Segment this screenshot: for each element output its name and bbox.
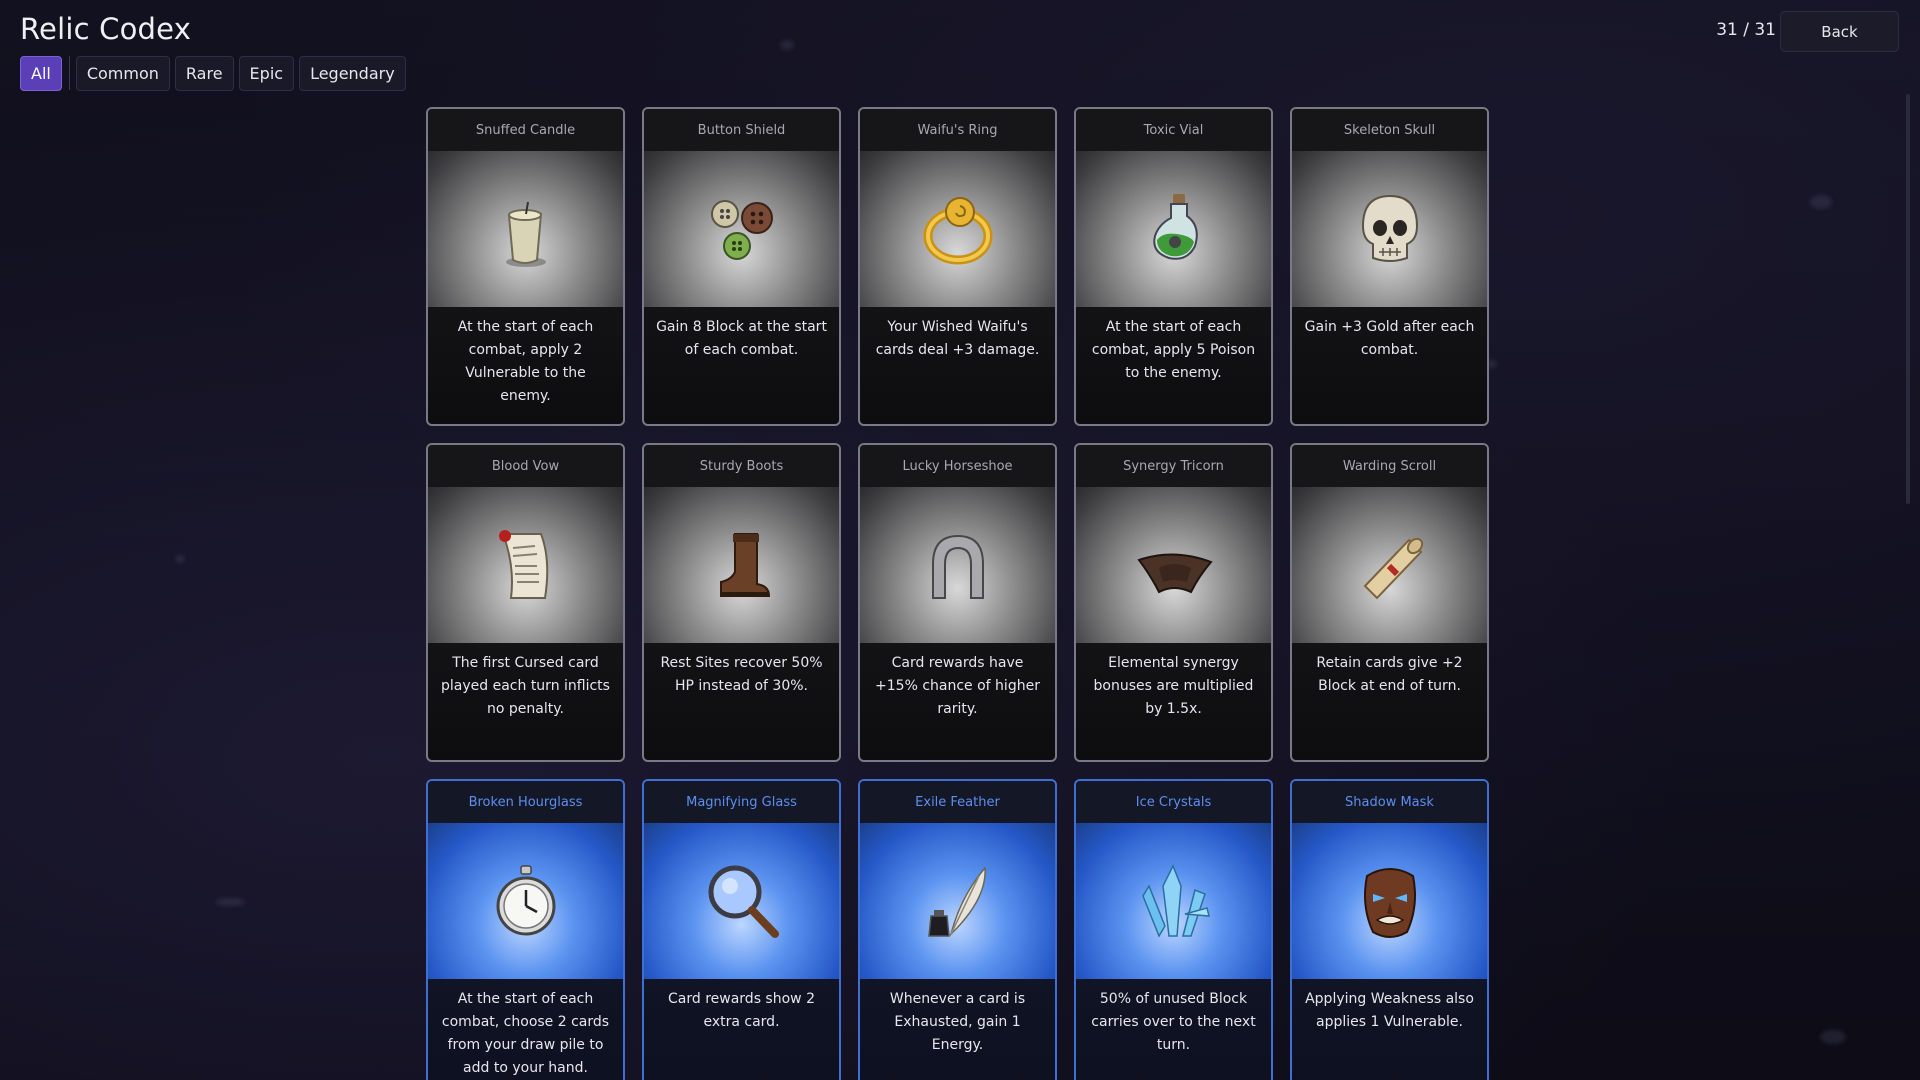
relic-name: Skeleton Skull bbox=[1292, 109, 1487, 151]
back-button[interactable]: Back bbox=[1780, 11, 1899, 52]
relic-description: Gain +3 Gold after each combat. bbox=[1304, 319, 1475, 358]
relic-art bbox=[860, 823, 1055, 979]
relic-description: Your Wished Waifu's cards deal +3 damage… bbox=[875, 319, 1040, 358]
ring-icon bbox=[923, 197, 992, 265]
relic-description: Card rewards have +15% chance of higher … bbox=[875, 655, 1040, 717]
page-title: Relic Codex bbox=[20, 12, 192, 46]
contract-scroll-icon bbox=[498, 530, 548, 599]
relic-name: Ice Crystals bbox=[1076, 781, 1271, 823]
horseshoe-icon bbox=[931, 534, 984, 599]
relic-description: Gain 8 Block at the start of each combat… bbox=[656, 319, 827, 358]
relic-name: Lucky Horseshoe bbox=[860, 445, 1055, 487]
relic-art bbox=[1292, 487, 1487, 643]
relic-description: At the start of each combat, apply 5 Poi… bbox=[1091, 319, 1256, 381]
relic-art bbox=[1292, 151, 1487, 307]
relic-description: Elemental synergy bonuses are multiplied… bbox=[1093, 655, 1254, 717]
filter-all-button[interactable]: All bbox=[20, 55, 62, 91]
relic-name: Button Shield bbox=[644, 109, 839, 151]
potion-icon bbox=[1152, 194, 1198, 260]
relic-name: Magnifying Glass bbox=[644, 781, 839, 823]
relic-card[interactable]: Snuffed Candle At the start of each comb… bbox=[426, 107, 625, 426]
relic-description: Rest Sites recover 50% HP instead of 30%… bbox=[660, 655, 823, 694]
filter-epic-button[interactable]: Epic bbox=[238, 55, 295, 91]
relic-card[interactable]: Button Shield Gain 8 Block at the start … bbox=[642, 107, 841, 426]
relic-name: Warding Scroll bbox=[1292, 445, 1487, 487]
relic-count: 31 / 31 bbox=[1716, 20, 1776, 40]
filter-divider bbox=[68, 56, 70, 90]
relic-name: Toxic Vial bbox=[1076, 109, 1271, 151]
background-speck bbox=[1810, 195, 1832, 209]
relic-grid: Snuffed Candle At the start of each comb… bbox=[426, 107, 1490, 1080]
relic-card[interactable]: Broken Hourglass At the start of each co… bbox=[426, 779, 625, 1080]
background-speck bbox=[215, 898, 245, 906]
relic-art bbox=[644, 487, 839, 643]
relic-name: Blood Vow bbox=[428, 445, 623, 487]
relic-card[interactable]: Toxic Vial At the start of each combat, … bbox=[1074, 107, 1273, 426]
background-speck bbox=[1820, 1030, 1846, 1044]
relic-name: Waifu's Ring bbox=[860, 109, 1055, 151]
relic-card[interactable]: Exile Feather Whenever a card is Exhaust… bbox=[858, 779, 1057, 1080]
relic-description: 50% of unused Block carries over to the … bbox=[1091, 991, 1256, 1053]
relic-card[interactable]: Skeleton Skull Gain +3 Gold after each c… bbox=[1290, 107, 1489, 426]
relic-card[interactable]: Waifu's Ring Your Wished Waifu's cards d… bbox=[858, 107, 1057, 426]
relic-name: Exile Feather bbox=[860, 781, 1055, 823]
relic-card[interactable]: Ice Crystals 50% of unused Block carries… bbox=[1074, 779, 1273, 1080]
filter-rare-button[interactable]: Rare bbox=[174, 55, 234, 91]
magnifying-glass-icon bbox=[708, 865, 779, 938]
skull-icon bbox=[1361, 194, 1418, 262]
relic-art bbox=[428, 823, 623, 979]
relic-description: Retain cards give +2 Block at end of tur… bbox=[1316, 655, 1463, 694]
relic-art bbox=[860, 487, 1055, 643]
relic-name: Broken Hourglass bbox=[428, 781, 623, 823]
relic-card[interactable]: Warding Scroll Retain cards give +2 Bloc… bbox=[1290, 443, 1489, 762]
scroll-icon bbox=[1363, 537, 1423, 600]
filter-common-button[interactable]: Common bbox=[75, 55, 170, 91]
background-speck bbox=[175, 555, 185, 563]
relic-description: At the start of each combat, choose 2 ca… bbox=[441, 991, 610, 1076]
rarity-filter-bar: All Common Rare Epic Legendary bbox=[20, 55, 411, 91]
ice-crystal-icon bbox=[1141, 864, 1210, 938]
relic-art bbox=[1076, 823, 1271, 979]
background-speck bbox=[780, 40, 794, 50]
relic-card[interactable]: Magnifying Glass Card rewards show 2 ext… bbox=[642, 779, 841, 1080]
relic-card[interactable]: Sturdy Boots Rest Sites recover 50% HP i… bbox=[642, 443, 841, 762]
relic-description: The first Cursed card played each turn i… bbox=[441, 655, 610, 717]
relic-name: Shadow Mask bbox=[1292, 781, 1487, 823]
filter-legendary-button[interactable]: Legendary bbox=[299, 55, 406, 91]
relic-art bbox=[644, 151, 839, 307]
relic-card[interactable]: Synergy Tricorn Elemental synergy bonuse… bbox=[1074, 443, 1273, 762]
boot-icon bbox=[719, 533, 770, 597]
relic-card[interactable]: Shadow Mask Applying Weakness also appli… bbox=[1290, 779, 1489, 1080]
relic-name: Synergy Tricorn bbox=[1076, 445, 1271, 487]
grid-scrollbar[interactable] bbox=[1906, 94, 1910, 504]
relic-art bbox=[428, 487, 623, 643]
tricorn-hat-icon bbox=[1136, 553, 1213, 594]
relic-name: Snuffed Candle bbox=[428, 109, 623, 151]
quill-ink-icon bbox=[927, 866, 986, 937]
relic-art bbox=[644, 823, 839, 979]
relic-art bbox=[428, 151, 623, 307]
candle-icon bbox=[505, 201, 546, 267]
relic-card[interactable]: Blood Vow The first Cursed card played e… bbox=[426, 443, 625, 762]
relic-art bbox=[1076, 151, 1271, 307]
relic-art bbox=[860, 151, 1055, 307]
tribal-mask-icon bbox=[1363, 868, 1416, 938]
relic-description: Applying Weakness also applies 1 Vulnera… bbox=[1305, 991, 1474, 1030]
relic-card[interactable]: Lucky Horseshoe Card rewards have +15% c… bbox=[858, 443, 1057, 762]
relic-description: Card rewards show 2 extra card. bbox=[668, 991, 815, 1030]
relic-name: Sturdy Boots bbox=[644, 445, 839, 487]
stopwatch-icon bbox=[496, 865, 555, 936]
relic-art bbox=[1076, 487, 1271, 643]
relic-art bbox=[1292, 823, 1487, 979]
relic-description: Whenever a card is Exhausted, gain 1 Ene… bbox=[889, 991, 1026, 1053]
relic-description: At the start of each combat, apply 2 Vul… bbox=[457, 319, 594, 404]
buttons-icon bbox=[710, 200, 773, 260]
